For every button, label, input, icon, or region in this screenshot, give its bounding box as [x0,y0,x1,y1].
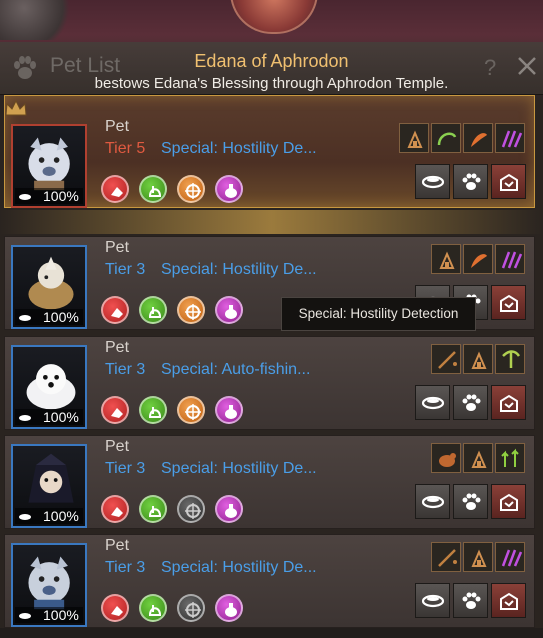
claw-trait-icon[interactable] [495,123,525,153]
growth-trait-icon[interactable] [495,443,525,473]
action-row [5,164,536,200]
banner-tree-decoration [0,0,80,40]
feed-bowl-icon [421,594,445,608]
seal-pet-button[interactable] [491,385,526,420]
trait-row [5,344,536,374]
return-box-icon [500,294,518,312]
paw-icon [462,394,481,411]
paw-icon [462,493,481,510]
action-row [5,484,536,520]
horn-trait-icon[interactable] [463,123,493,153]
feed-button[interactable] [415,583,450,618]
seal-pet-button[interactable] [491,583,526,618]
return-box-icon [500,394,518,412]
fishing-trait-icon[interactable] [431,344,461,374]
pet-command-button[interactable] [453,484,488,519]
trait-row [5,244,536,274]
paw-icon [462,173,481,190]
crown-icon [5,99,27,116]
feed-button[interactable] [415,385,450,420]
feed-bowl-icon [421,175,445,189]
dig-trait-icon[interactable] [463,344,493,374]
buff-title: Edana of Aphrodon [194,51,349,71]
dig-trait-icon[interactable] [463,542,493,572]
seal-pet-button[interactable] [491,164,526,199]
seal-pet-button[interactable] [491,484,526,519]
claw-trait-icon[interactable] [495,244,525,274]
pet-command-button[interactable] [453,164,488,199]
buff-subtitle: bestows Edana's Blessing through Aphrodo… [94,75,449,92]
paw-icon [462,592,481,609]
close-icon[interactable] [514,52,540,80]
trait-row [5,123,536,153]
horn-trait-icon[interactable] [463,244,493,274]
bottom-strip [0,628,543,638]
pet-card[interactable]: 100% Pet Tier 3 Special: Hostility De... [4,435,535,529]
dig-trait-icon[interactable] [431,244,461,274]
action-row [5,385,536,421]
feed-bowl-icon [421,396,445,410]
feed-button[interactable] [415,484,450,519]
pet-command-button[interactable] [453,583,488,618]
pet-card[interactable]: 100% Pet Tier 3 Special: Hostility De... [4,534,535,628]
gather-trait-icon[interactable] [431,123,461,153]
temple-emblem [230,0,318,34]
bird-trait-icon[interactable] [431,443,461,473]
trait-row [5,542,536,572]
pet-card[interactable]: 100% Pet Tier 3 Special: Auto-fishin... [4,336,535,430]
return-box-icon [500,493,518,511]
return-box-icon [500,173,518,191]
mining-trait-icon[interactable] [495,344,525,374]
claw-trait-icon[interactable] [495,542,525,572]
pet-card[interactable]: 100% Pet Tier 5 Special: Hostility De... [4,95,535,208]
fishing-trait-icon[interactable] [431,542,461,572]
feed-button[interactable] [415,164,450,199]
return-box-icon [500,592,518,610]
action-row [5,583,536,619]
pet-command-button[interactable] [453,385,488,420]
trait-row [5,443,536,473]
tooltip: Special: Hostility Detection [281,297,476,331]
featured-glow [0,210,543,234]
dig-trait-icon[interactable] [399,123,429,153]
help-button[interactable]: ? [484,55,496,81]
feed-bowl-icon [421,495,445,509]
dig-trait-icon[interactable] [463,443,493,473]
seal-pet-button[interactable] [491,285,526,320]
